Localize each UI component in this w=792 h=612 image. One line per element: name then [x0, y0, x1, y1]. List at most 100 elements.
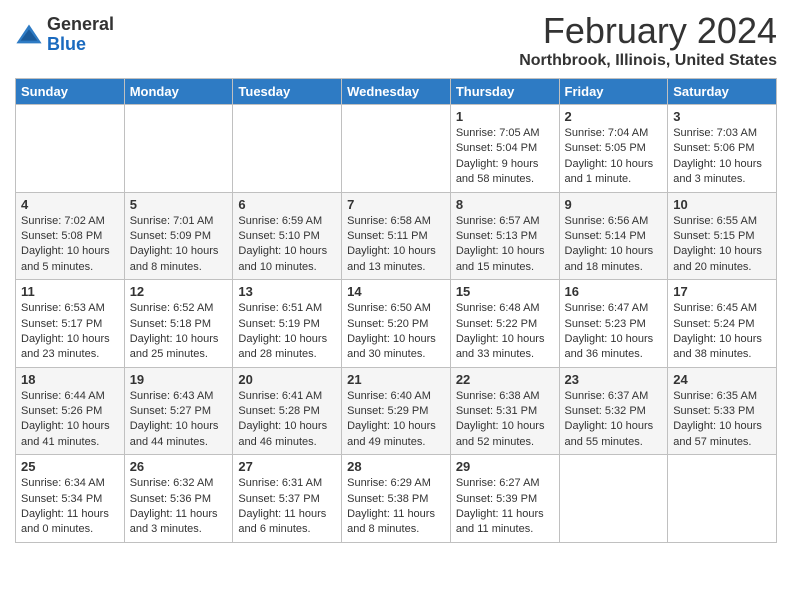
day-number: 24 [673, 372, 771, 387]
header-friday: Friday [559, 79, 668, 105]
calendar-cell: 7 Sunrise: 6:58 AM Sunset: 5:11 PM Daylig… [342, 192, 451, 280]
day-number: 19 [130, 372, 228, 387]
day-info: Sunrise: 6:27 AM Sunset: 5:39 PM Dayligh… [456, 476, 554, 538]
week-row-0: 1Sunrise: 7:05 AM Sunset: 5:04 PM Daylig… [16, 105, 777, 193]
header-sunday: Sunday [16, 79, 125, 105]
day-number: 14 [347, 284, 445, 299]
calendar-cell: 15 Sunrise: 6:48 AM Sunset: 5:22 PM Dayli… [450, 280, 559, 368]
week-row-2: 11Sunrise: 6:53 AM Sunset: 5:17 PM Dayli… [16, 280, 777, 368]
calendar-cell: 14 Sunrise: 6:50 AM Sunset: 5:20 PM Dayli… [342, 280, 451, 368]
calendar-cell: 16 Sunrise: 6:47 AM Sunset: 5:23 PM Dayli… [559, 280, 668, 368]
calendar-header: SundayMondayTuesdayWednesdayThursdayFrid… [16, 79, 777, 105]
calendar-cell: 17Sunrise: 6:45 AM Sunset: 5:24 PM Dayli… [668, 280, 777, 368]
day-number: 27 [238, 459, 336, 474]
location-title: Northbrook, Illinois, United States [519, 52, 777, 70]
calendar-cell: 24 Sunrise: 6:35 AM Sunset: 5:33 PM Dayli… [668, 367, 777, 455]
day-info: Sunrise: 6:40 AM Sunset: 5:29 PM Dayligh… [347, 389, 445, 451]
day-number: 13 [238, 284, 336, 299]
calendar-cell: 27Sunrise: 6:31 AM Sunset: 5:37 PM Dayli… [233, 455, 342, 543]
calendar-cell: 25 Sunrise: 6:34 AM Sunset: 5:34 PM Dayli… [16, 455, 125, 543]
calendar-body: 1Sunrise: 7:05 AM Sunset: 5:04 PM Daylig… [16, 105, 777, 543]
calendar-cell: 19 Sunrise: 6:43 AM Sunset: 5:27 PM Dayli… [124, 367, 233, 455]
day-number: 7 [347, 197, 445, 212]
day-number: 28 [347, 459, 445, 474]
day-info: Sunrise: 6:56 AM Sunset: 5:14 PM Dayligh… [565, 214, 663, 276]
calendar-cell: 5 Sunrise: 7:01 AM Sunset: 5:09 PM Daylig… [124, 192, 233, 280]
header-row: SundayMondayTuesdayWednesdayThursdayFrid… [16, 79, 777, 105]
page-header: General Blue February 2024 Northbrook, I… [15, 10, 777, 70]
calendar-cell: 28 Sunrise: 6:29 AM Sunset: 5:38 PM Dayli… [342, 455, 451, 543]
day-number: 12 [130, 284, 228, 299]
day-info: Sunrise: 6:43 AM Sunset: 5:27 PM Dayligh… [130, 389, 228, 451]
logo: General Blue [15, 15, 114, 55]
day-info: Sunrise: 6:47 AM Sunset: 5:23 PM Dayligh… [565, 301, 663, 363]
day-number: 3 [673, 109, 771, 124]
header-thursday: Thursday [450, 79, 559, 105]
day-number: 2 [565, 109, 663, 124]
day-number: 16 [565, 284, 663, 299]
day-number: 5 [130, 197, 228, 212]
day-info: Sunrise: 6:48 AM Sunset: 5:22 PM Dayligh… [456, 301, 554, 363]
month-title: February 2024 [519, 10, 777, 52]
day-info: Sunrise: 6:44 AM Sunset: 5:26 PM Dayligh… [21, 389, 119, 451]
day-info: Sunrise: 6:57 AM Sunset: 5:13 PM Dayligh… [456, 214, 554, 276]
logo-text: General Blue [47, 15, 114, 55]
calendar-cell: 22 Sunrise: 6:38 AM Sunset: 5:31 PM Dayli… [450, 367, 559, 455]
day-info: Sunrise: 7:04 AM Sunset: 5:05 PM Dayligh… [565, 126, 663, 188]
calendar-cell: 8 Sunrise: 6:57 AM Sunset: 5:13 PM Daylig… [450, 192, 559, 280]
day-number: 26 [130, 459, 228, 474]
day-info: Sunrise: 6:32 AM Sunset: 5:36 PM Dayligh… [130, 476, 228, 538]
day-info: Sunrise: 6:37 AM Sunset: 5:32 PM Dayligh… [565, 389, 663, 451]
calendar-cell: 29Sunrise: 6:27 AM Sunset: 5:39 PM Dayli… [450, 455, 559, 543]
day-number: 25 [21, 459, 119, 474]
day-info: Sunrise: 6:34 AM Sunset: 5:34 PM Dayligh… [21, 476, 119, 538]
day-number: 6 [238, 197, 336, 212]
calendar-cell [559, 455, 668, 543]
day-number: 22 [456, 372, 554, 387]
calendar-cell: 23 Sunrise: 6:37 AM Sunset: 5:32 PM Dayli… [559, 367, 668, 455]
day-info: Sunrise: 6:59 AM Sunset: 5:10 PM Dayligh… [238, 214, 336, 276]
day-info: Sunrise: 6:50 AM Sunset: 5:20 PM Dayligh… [347, 301, 445, 363]
calendar-cell: 20 Sunrise: 6:41 AM Sunset: 5:28 PM Dayli… [233, 367, 342, 455]
header-wednesday: Wednesday [342, 79, 451, 105]
header-saturday: Saturday [668, 79, 777, 105]
logo-blue: Blue [47, 35, 114, 55]
day-number: 17 [673, 284, 771, 299]
day-info: Sunrise: 6:55 AM Sunset: 5:15 PM Dayligh… [673, 214, 771, 276]
calendar-cell: 11Sunrise: 6:53 AM Sunset: 5:17 PM Dayli… [16, 280, 125, 368]
day-info: Sunrise: 6:35 AM Sunset: 5:33 PM Dayligh… [673, 389, 771, 451]
header-monday: Monday [124, 79, 233, 105]
title-section: February 2024 Northbrook, Illinois, Unit… [519, 10, 777, 70]
calendar-cell: 2 Sunrise: 7:04 AM Sunset: 5:05 PM Daylig… [559, 105, 668, 193]
calendar-cell: 4Sunrise: 7:02 AM Sunset: 5:08 PM Daylig… [16, 192, 125, 280]
calendar-cell: 26 Sunrise: 6:32 AM Sunset: 5:36 PM Dayli… [124, 455, 233, 543]
week-row-3: 18 Sunrise: 6:44 AM Sunset: 5:26 PM Dayli… [16, 367, 777, 455]
day-info: Sunrise: 6:58 AM Sunset: 5:11 PM Dayligh… [347, 214, 445, 276]
day-number: 10 [673, 197, 771, 212]
day-info: Sunrise: 6:29 AM Sunset: 5:38 PM Dayligh… [347, 476, 445, 538]
day-info: Sunrise: 6:53 AM Sunset: 5:17 PM Dayligh… [21, 301, 119, 363]
day-number: 1 [456, 109, 554, 124]
day-number: 8 [456, 197, 554, 212]
calendar-cell [233, 105, 342, 193]
day-info: Sunrise: 6:51 AM Sunset: 5:19 PM Dayligh… [238, 301, 336, 363]
day-info: Sunrise: 6:38 AM Sunset: 5:31 PM Dayligh… [456, 389, 554, 451]
day-info: Sunrise: 6:41 AM Sunset: 5:28 PM Dayligh… [238, 389, 336, 451]
day-number: 21 [347, 372, 445, 387]
calendar-cell: 13 Sunrise: 6:51 AM Sunset: 5:19 PM Dayli… [233, 280, 342, 368]
calendar-cell: 3 Sunrise: 7:03 AM Sunset: 5:06 PM Daylig… [668, 105, 777, 193]
day-info: Sunrise: 7:01 AM Sunset: 5:09 PM Dayligh… [130, 214, 228, 276]
header-tuesday: Tuesday [233, 79, 342, 105]
day-number: 20 [238, 372, 336, 387]
calendar-cell: 6 Sunrise: 6:59 AM Sunset: 5:10 PM Daylig… [233, 192, 342, 280]
calendar-cell: 9Sunrise: 6:56 AM Sunset: 5:14 PM Daylig… [559, 192, 668, 280]
calendar-cell [668, 455, 777, 543]
day-info: Sunrise: 7:02 AM Sunset: 5:08 PM Dayligh… [21, 214, 119, 276]
calendar-cell: 12Sunrise: 6:52 AM Sunset: 5:18 PM Dayli… [124, 280, 233, 368]
day-number: 23 [565, 372, 663, 387]
day-info: Sunrise: 7:03 AM Sunset: 5:06 PM Dayligh… [673, 126, 771, 188]
day-number: 18 [21, 372, 119, 387]
calendar-cell: 21 Sunrise: 6:40 AM Sunset: 5:29 PM Dayli… [342, 367, 451, 455]
day-number: 15 [456, 284, 554, 299]
calendar-cell: 18 Sunrise: 6:44 AM Sunset: 5:26 PM Dayli… [16, 367, 125, 455]
